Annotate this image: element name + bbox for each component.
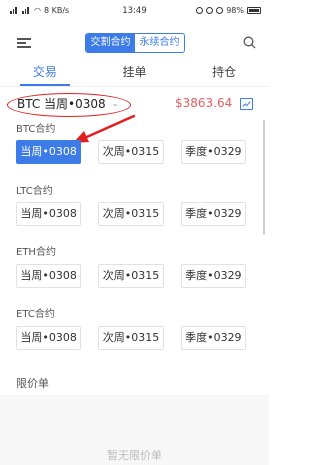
ltc-contract-row: 当周•0308 次周•0315 季度•0329 (16, 202, 246, 226)
btc-next-week-button[interactable]: 次周•0315 (98, 140, 164, 164)
limit-orders-title: 限价单 (16, 377, 49, 390)
eth-contract-row: 当周•0308 次周•0315 季度•0329 (16, 264, 246, 288)
status-right: 98% (196, 6, 261, 15)
header: 交割合约 永续合约 (0, 30, 269, 58)
battery-icon (247, 7, 261, 14)
search-icon[interactable] (243, 36, 256, 49)
pair-price: $3863.64 (175, 96, 233, 110)
battery-percent: 98% (226, 6, 244, 15)
section-title-btc: BTC合约 (16, 124, 56, 135)
tab-orders[interactable]: 挂单 (90, 62, 180, 86)
eth-next-week-button[interactable]: 次周•0315 (98, 264, 164, 288)
section-title-etc: ETC合约 (16, 309, 55, 320)
ltc-next-week-button[interactable]: 次周•0315 (98, 202, 164, 226)
eth-quarter-button[interactable]: 季度•0329 (180, 264, 246, 288)
status-bar: ◠ 8 KB/s 13:49 98% (0, 0, 269, 22)
etc-contract-row: 当周•0308 次周•0315 季度•0329 (16, 326, 246, 350)
contract-type-switch: 交割合约 永续合约 (85, 33, 185, 53)
location-icon (206, 7, 214, 14)
btc-quarter-button[interactable]: 季度•0329 (180, 140, 246, 164)
main-tabs: 交易 挂单 持仓 (0, 62, 269, 86)
btc-contract-row: 当周•0308 次周•0315 季度•0329 (16, 140, 246, 164)
alarm-icon (216, 7, 224, 14)
ltc-this-week-button[interactable]: 当周•0308 (16, 202, 82, 226)
limit-orders-empty: 暂无限价单 (107, 449, 162, 462)
btc-this-week-button[interactable]: 当周•0308 (16, 140, 82, 164)
scrollbar[interactable] (263, 120, 265, 235)
tab-positions[interactable]: 持仓 (179, 62, 269, 86)
settings-circle-icon (196, 7, 204, 14)
section-title-eth: ETH合约 (16, 247, 56, 258)
ltc-quarter-button[interactable]: 季度•0329 (180, 202, 246, 226)
segment-perpetual[interactable]: 永续合约 (135, 34, 184, 52)
tab-trade[interactable]: 交易 (0, 62, 90, 86)
eth-this-week-button[interactable]: 当周•0308 (16, 264, 82, 288)
chart-icon[interactable] (240, 98, 253, 110)
etc-quarter-button[interactable]: 季度•0329 (180, 326, 246, 350)
section-title-ltc: LTC合约 (16, 186, 53, 197)
etc-this-week-button[interactable]: 当周•0308 (16, 326, 82, 350)
etc-next-week-button[interactable]: 次周•0315 (98, 326, 164, 350)
segment-delivery[interactable]: 交割合约 (86, 34, 135, 52)
menu-icon[interactable] (17, 37, 31, 49)
tab-divider (0, 86, 269, 87)
